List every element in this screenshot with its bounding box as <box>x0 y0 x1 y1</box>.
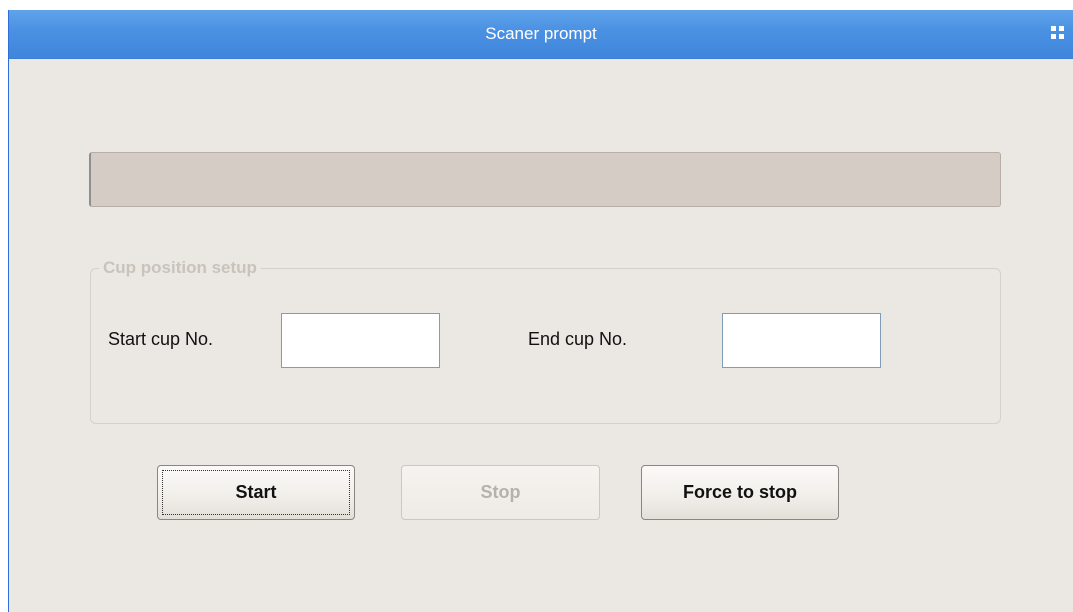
grid-icon[interactable] <box>1051 26 1065 40</box>
start-button[interactable]: Start <box>157 465 355 520</box>
start-cup-input[interactable] <box>281 313 440 368</box>
end-cup-input[interactable] <box>722 313 881 368</box>
start-cup-label: Start cup No. <box>108 329 214 349</box>
scanner-prompt-window: Scaner prompt Cup position setup Start c… <box>8 10 1073 612</box>
start-button-label: Start <box>235 482 277 502</box>
end-cup-label: End cup No. <box>528 329 628 349</box>
window-title: Scaner prompt <box>485 24 597 43</box>
group-legend: Cup position setup <box>99 258 261 278</box>
force-to-stop-button-label: Force to stop <box>682 482 797 502</box>
progress-bar <box>89 152 1001 207</box>
stop-button[interactable]: Stop <box>401 465 600 520</box>
force-to-stop-button[interactable]: Force to stop <box>641 465 839 520</box>
stop-button-label: Stop <box>480 482 521 502</box>
title-bar[interactable]: Scaner prompt <box>9 10 1073 59</box>
